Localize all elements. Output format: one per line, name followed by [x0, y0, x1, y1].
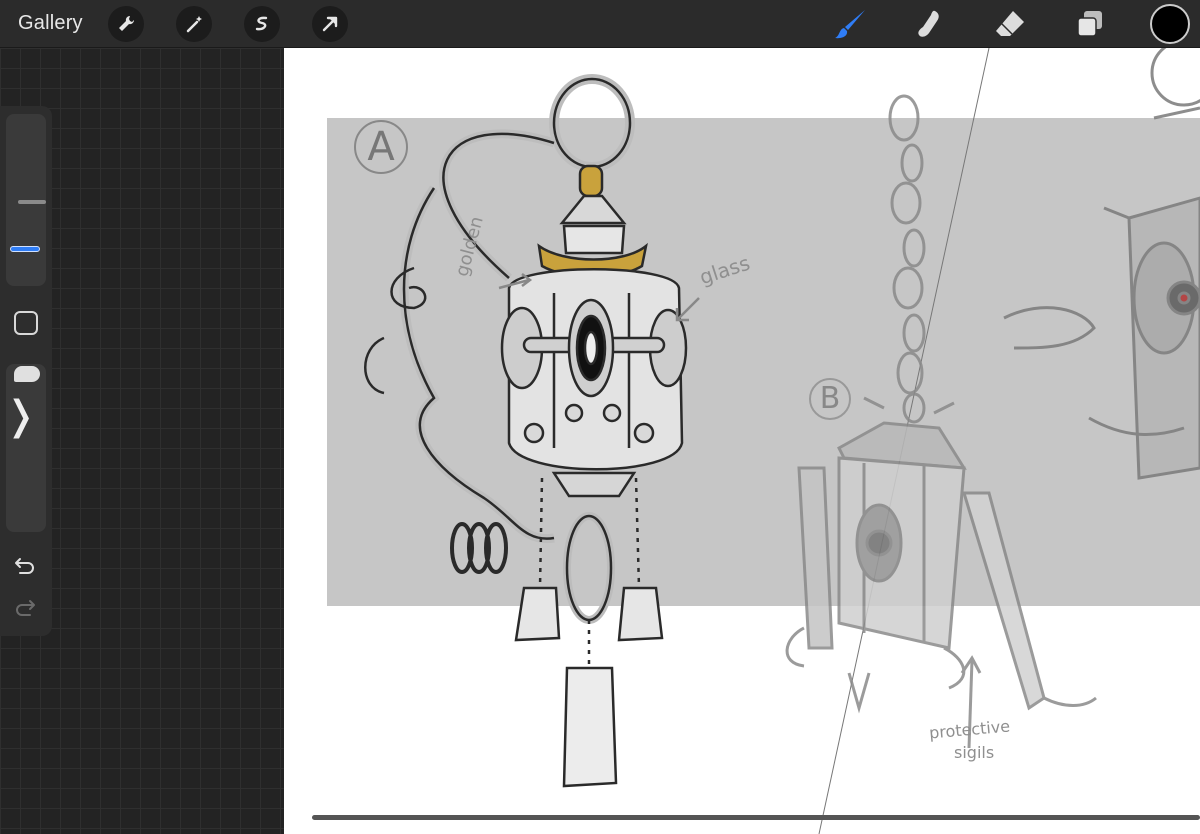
sidebar: ❭	[0, 106, 52, 636]
drawing-canvas[interactable]: A B golden glass protective sigils	[284, 48, 1200, 834]
color-picker[interactable]	[1150, 4, 1190, 44]
lantern-sketch-b	[785, 94, 1097, 749]
magic-wand-icon[interactable]	[176, 6, 212, 42]
note-sigils: sigils	[954, 743, 995, 762]
opacity-handle[interactable]	[14, 366, 40, 382]
top-toolbar: Gallery	[0, 0, 1200, 48]
undo-icon[interactable]	[14, 556, 36, 581]
lantern-sketch-a	[364, 74, 700, 788]
selection-icon[interactable]	[244, 6, 280, 42]
transform-arrow-icon[interactable]	[312, 6, 348, 42]
brush-size-slider[interactable]	[6, 114, 46, 286]
gallery-button[interactable]: Gallery	[18, 12, 83, 35]
brush-size-indicator[interactable]	[10, 246, 40, 252]
smudge-icon[interactable]	[910, 6, 950, 42]
opacity-slider[interactable]	[6, 364, 46, 532]
sketch-b-label: B	[809, 378, 851, 420]
brush-icon[interactable]	[830, 6, 870, 42]
layers-icon[interactable]	[1070, 6, 1110, 42]
ground-line	[312, 815, 1200, 820]
wrench-icon[interactable]	[108, 6, 144, 42]
sketch-a-label: A	[354, 120, 408, 174]
modify-icon[interactable]	[14, 311, 38, 335]
eraser-icon[interactable]	[990, 6, 1030, 42]
redo-icon[interactable]	[14, 598, 36, 623]
sketch-artwork	[364, 48, 1200, 834]
brush-size-handle[interactable]	[18, 200, 46, 204]
chevron-right-icon[interactable]: ❭	[4, 396, 38, 436]
lantern-sketch-c	[1003, 48, 1200, 480]
